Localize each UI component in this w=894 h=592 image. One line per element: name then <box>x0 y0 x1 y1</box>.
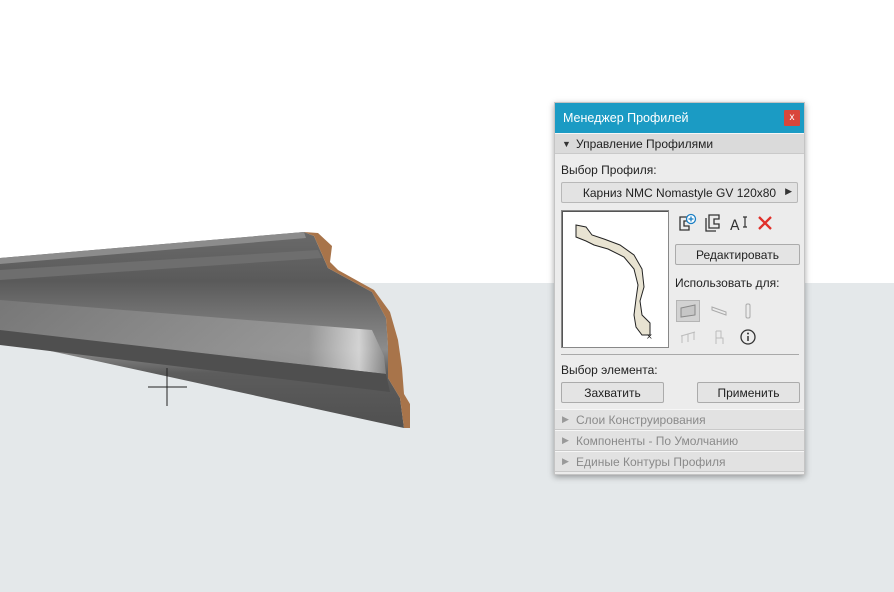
divider <box>561 354 799 355</box>
profile-select-value: Карниз NMC Nomastyle GV 120x80 <box>582 185 777 200</box>
svg-text:×: × <box>646 332 653 341</box>
delete-profile-icon[interactable] <box>755 213 775 233</box>
profile-select-dropdown[interactable]: Карниз NMC Nomastyle GV 120x80 ▶ <box>561 182 798 203</box>
info-icon[interactable] <box>736 326 760 348</box>
new-profile-icon[interactable] <box>677 213 697 233</box>
capture-button[interactable]: Захватить <box>561 382 664 403</box>
manage-profiles-body: Выбор Профиля: Карниз NMC Nomastyle GV 1… <box>555 154 804 409</box>
profile-shape <box>575 224 651 336</box>
column-icon[interactable] <box>736 300 760 322</box>
palette-titlebar[interactable]: Менеджер Профилей x <box>555 103 804 133</box>
profile-select-label: Выбор Профиля: <box>561 163 657 177</box>
section-components[interactable]: ▶ Компоненты - По Умолчанию <box>555 430 804 451</box>
collapsed-triangle-icon: ▶ <box>562 414 569 424</box>
collapsed-triangle-icon: ▶ <box>562 435 569 445</box>
palette-title: Менеджер Профилей <box>563 111 689 125</box>
element-select-label: Выбор элемента: <box>561 363 658 377</box>
wall-icon[interactable] <box>676 300 700 322</box>
object-icon[interactable] <box>707 326 731 348</box>
duplicate-profile-icon[interactable] <box>703 213 723 233</box>
section-label: Управление Профилями <box>576 136 714 151</box>
section-contours[interactable]: ▶ Единые Контуры Профиля <box>555 451 804 472</box>
section-manage-profiles[interactable]: ▼ Управление Профилями <box>555 133 804 154</box>
expanded-triangle-icon: ▼ <box>562 138 571 149</box>
use-for-label: Использовать для: <box>675 276 780 290</box>
apply-button[interactable]: Применить <box>697 382 800 403</box>
section-layers[interactable]: ▶ Слои Конструирования <box>555 409 804 430</box>
edit-button[interactable]: Редактировать <box>675 244 800 265</box>
svg-text:A: A <box>730 218 740 233</box>
profile-preview: × <box>561 210 669 348</box>
railing-icon[interactable] <box>676 326 700 348</box>
section-label: Слои Конструирования <box>576 412 706 427</box>
rename-profile-icon[interactable]: A <box>729 213 749 234</box>
section-label: Единые Контуры Профиля <box>576 454 726 469</box>
section-label: Компоненты - По Умолчанию <box>576 433 739 448</box>
collapsed-triangle-icon: ▶ <box>562 456 569 466</box>
profile-manager-palette: Менеджер Профилей x ▼ Управление Профиля… <box>554 102 805 475</box>
beam-icon[interactable] <box>707 300 731 322</box>
close-button[interactable]: x <box>784 110 800 126</box>
dropdown-arrow-icon: ▶ <box>785 186 792 196</box>
